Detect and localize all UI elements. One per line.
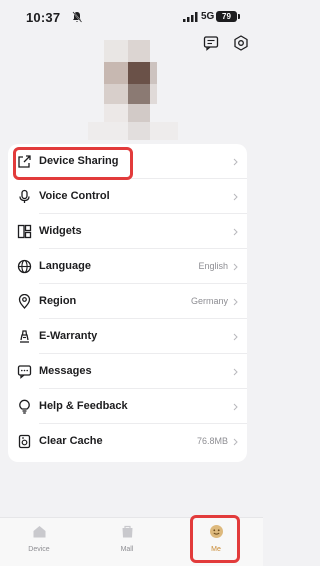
tab-label: Device [28, 546, 50, 553]
menu-item-label: Widgets [39, 225, 82, 237]
tab-label: Mall [120, 546, 134, 553]
menu-item-label: Voice Control [39, 190, 110, 202]
menu-item-voice-control[interactable]: Voice Control [8, 179, 247, 214]
tab-mall[interactable]: Mall [97, 524, 157, 564]
microphone-icon [19, 189, 30, 203]
menu-item-help-feedback[interactable]: Help & Feedback [8, 389, 247, 424]
menu-item-messages[interactable]: Messages [8, 354, 247, 389]
menu-item-value: English [198, 261, 228, 271]
warranty-icon [20, 330, 29, 343]
chevron-right-icon [233, 228, 238, 236]
chevron-right-icon [233, 298, 238, 306]
menu-item-e-warranty[interactable]: E-Warranty [8, 319, 247, 354]
clear-cache-icon [18, 434, 31, 449]
menu-item-label: Help & Feedback [39, 400, 128, 412]
avatar[interactable] [85, 40, 181, 140]
menu-item-language[interactable]: Language English [8, 249, 247, 284]
menu-item-label: Language [39, 260, 91, 272]
network-type: 5G [201, 11, 215, 22]
battery-icon: 79 [216, 11, 237, 22]
menu-item-label: Messages [39, 365, 92, 377]
menu-item-clear-cache[interactable]: Clear Cache 76.8MB [8, 424, 247, 459]
chevron-right-icon [233, 403, 238, 411]
globe-icon [17, 259, 32, 274]
chevron-right-icon [233, 263, 238, 271]
menu-item-region[interactable]: Region Germany [8, 284, 247, 319]
settings-menu: Device Sharing Voice Control Widgets Lan… [8, 144, 247, 462]
menu-item-widgets[interactable]: Widgets [8, 214, 247, 249]
home-icon [33, 526, 45, 538]
chevron-right-icon [233, 333, 238, 341]
menu-item-label: E-Warranty [39, 330, 98, 342]
device-sharing-highlight [13, 147, 133, 180]
chevron-right-icon [233, 158, 238, 166]
widgets-icon [17, 224, 32, 239]
battery-nub [238, 14, 240, 19]
tab-device[interactable]: Device [9, 524, 69, 564]
settings-icon[interactable] [233, 35, 249, 51]
menu-item-label: Region [39, 295, 77, 307]
menu-item-value: 76.8MB [196, 436, 228, 446]
chevron-right-icon [233, 438, 238, 446]
status-bar: 10:37 5G 79 [0, 0, 263, 34]
lightbulb-icon [19, 399, 30, 414]
chat-icon[interactable] [203, 35, 219, 51]
chevron-right-icon [233, 193, 238, 201]
status-time: 10:37 [26, 10, 61, 25]
chevron-right-icon [233, 368, 238, 376]
menu-item-label: Clear Cache [39, 435, 103, 447]
me-tab-highlight [190, 515, 240, 563]
menu-item-value: Germany [190, 296, 228, 306]
location-pin-icon [18, 294, 31, 309]
message-icon [17, 365, 32, 379]
bell-slash-icon [72, 11, 82, 23]
shopping-bag-icon [122, 525, 132, 538]
signal-icon [183, 12, 198, 22]
